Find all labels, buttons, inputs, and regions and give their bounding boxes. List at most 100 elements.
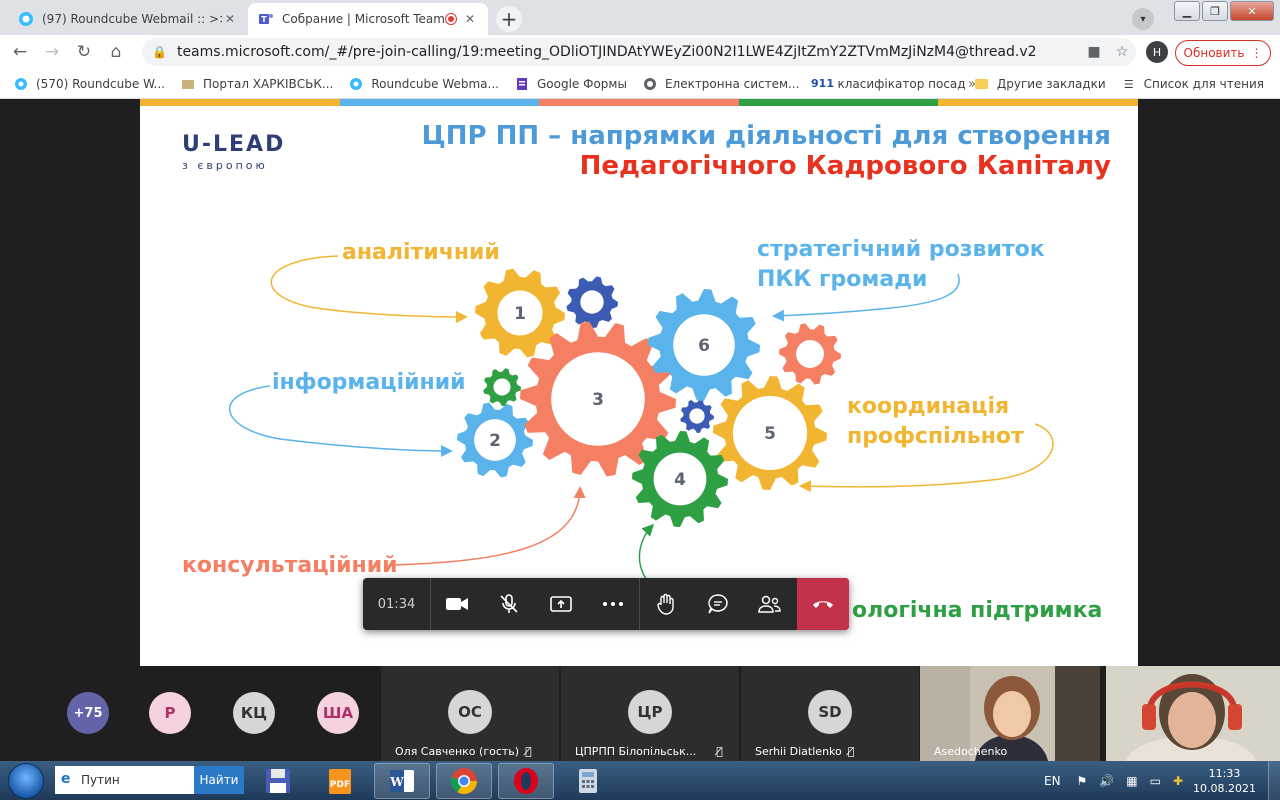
globe-icon xyxy=(643,77,657,91)
mic-off-icon xyxy=(500,594,518,613)
floppy-icon xyxy=(266,769,290,793)
url-text[interactable]: teams.microsoft.com/_#/pre-join-calling/… xyxy=(177,44,1080,60)
gear-4: 4 xyxy=(632,431,728,527)
gear-number: 4 xyxy=(674,470,686,490)
profile-avatar[interactable]: H xyxy=(1146,41,1168,63)
taskbar-word-app[interactable]: W xyxy=(374,763,430,799)
gear-small-green xyxy=(483,368,521,406)
svg-text:PDF: PDF xyxy=(330,780,350,790)
classifier-icon: 911 xyxy=(811,77,834,90)
gear-number: 1 xyxy=(514,304,526,324)
start-button[interactable] xyxy=(8,763,44,799)
bookmark-item[interactable]: Google Формы xyxy=(507,69,635,98)
clock[interactable]: 11:33 10.08.2021 xyxy=(1193,766,1256,796)
update-tray-icon[interactable]: ✚ xyxy=(1173,774,1183,788)
taskbar-calculator-app[interactable] xyxy=(560,763,616,799)
google-forms-icon xyxy=(515,77,529,91)
reload-icon[interactable]: ↻ xyxy=(70,38,98,66)
more-icon xyxy=(603,602,623,606)
participant-video[interactable]: Asedochenko xyxy=(920,666,1100,761)
hang-up-button[interactable] xyxy=(797,578,849,630)
address-bar[interactable]: 🔒 teams.microsoft.com/_#/pre-join-callin… xyxy=(142,38,1136,66)
more-button[interactable] xyxy=(587,578,639,630)
participant-initials: ЦР xyxy=(628,690,672,734)
chat-button[interactable] xyxy=(692,578,744,630)
volume-icon[interactable]: 🔊 xyxy=(1099,774,1114,788)
mic-off-icon: 🎙̸ xyxy=(716,745,723,758)
system-tray: EN ⚑ 🔊 ▦ ▭ ✚ 11:33 10.08.2021 xyxy=(1044,761,1280,800)
flag-icon[interactable]: ⚑ xyxy=(1077,774,1088,788)
pdf-icon: PDF xyxy=(329,769,351,794)
participant-avatar[interactable]: P xyxy=(149,692,191,734)
taskbar-opera-app[interactable] xyxy=(498,763,554,799)
call-controls: 01:34 xyxy=(363,578,849,630)
camera-icon xyxy=(446,598,468,610)
bookmarks-bar: (570) Roundcube W... Портал ХАРКІВСЬК...… xyxy=(0,69,1280,99)
share-screen-icon xyxy=(550,596,572,612)
gear-2: 2 xyxy=(457,402,533,478)
tab-teams[interactable]: T Собрание | Microsoft Teams ✕ xyxy=(248,3,488,35)
gear-number: 5 xyxy=(764,424,776,444)
show-desktop-button[interactable] xyxy=(1268,761,1280,800)
search-button[interactable]: Найти xyxy=(194,766,244,794)
participants-button[interactable] xyxy=(744,578,796,630)
update-label: Обновить xyxy=(1183,46,1245,60)
camera-button[interactable] xyxy=(431,578,483,630)
bookmark-item[interactable]: (570) Roundcube W... xyxy=(0,69,173,98)
tab-search-icon[interactable]: ▾ xyxy=(1132,8,1154,30)
chat-icon xyxy=(708,594,728,614)
label-coord-1: координація xyxy=(847,394,1010,419)
bookmark-item[interactable]: Roundcube Webma... xyxy=(341,69,507,98)
lock-icon: 🔒 xyxy=(152,45,167,59)
raise-hand-button[interactable] xyxy=(640,578,692,630)
network-icon[interactable]: ▦ xyxy=(1126,774,1137,788)
power-icon[interactable]: ▭ xyxy=(1150,774,1161,788)
camera-icon[interactable]: ■ xyxy=(1080,44,1108,60)
language-indicator[interactable]: EN xyxy=(1044,774,1061,788)
close-tab-icon[interactable]: ✕ xyxy=(222,12,238,26)
participant-tile[interactable]: SD Serhii Diatlenko 🎙̸ xyxy=(741,666,919,761)
tab-roundcube[interactable]: (97) Roundcube Webmail :: >>: U ✕ xyxy=(8,3,248,35)
gear-number: 6 xyxy=(698,336,710,356)
bookmark-label: Електронна систем... xyxy=(664,76,800,91)
teams-icon: T xyxy=(258,11,274,27)
gear-small-coral xyxy=(779,323,841,385)
bookmark-star-icon[interactable]: ☆ xyxy=(1108,44,1136,60)
participant-tile[interactable]: ОС Оля Савченко (гость) 🎙̸ xyxy=(381,666,559,761)
share-button[interactable] xyxy=(535,578,587,630)
reading-list[interactable]: ☰ Список для чтения xyxy=(1114,69,1272,99)
taskbar-save-app[interactable] xyxy=(250,763,306,799)
participant-avatar[interactable]: ША xyxy=(317,692,359,734)
taskbar-chrome-app[interactable] xyxy=(436,763,492,799)
word-icon: W xyxy=(389,770,414,792)
tab-strip: (97) Roundcube Webmail :: >>: U ✕ T Собр… xyxy=(0,0,1280,35)
taskbar-search-input[interactable]: e Путин xyxy=(55,766,195,794)
maximize-button[interactable]: ❐ xyxy=(1202,1,1228,21)
forward-icon[interactable]: → xyxy=(38,38,66,66)
participant-name: Asedochenko xyxy=(934,745,1008,758)
home-icon[interactable]: ⌂ xyxy=(102,38,130,66)
back-icon[interactable]: ← xyxy=(6,38,34,66)
taskbar-pdf-app[interactable]: PDF xyxy=(312,763,368,799)
participant-avatar[interactable]: КЦ xyxy=(233,692,275,734)
gear-number: 3 xyxy=(592,390,604,410)
bookmark-item[interactable]: Портал ХАРКІВСЬК... xyxy=(173,69,341,98)
mic-button[interactable] xyxy=(483,578,535,630)
update-button[interactable]: Обновить ⋮ xyxy=(1175,40,1271,66)
new-tab-button[interactable]: + xyxy=(496,6,522,32)
participants-overflow[interactable]: +75 xyxy=(67,692,109,734)
clock-date: 10.08.2021 xyxy=(1193,781,1256,795)
participant-tile[interactable]: ЦР ЦПРПП Білопільськ... 🎙̸ xyxy=(561,666,739,761)
participant-name: Оля Савченко (гость) 🎙̸ xyxy=(395,745,532,758)
minimize-button[interactable]: ▁ xyxy=(1174,1,1200,21)
bookmark-item[interactable]: Електронна систем... xyxy=(635,69,808,98)
close-tab-icon[interactable]: ✕ xyxy=(462,12,478,26)
roundcube-icon xyxy=(18,11,34,27)
other-bookmarks[interactable]: Другие закладки xyxy=(967,69,1114,99)
bookmark-item[interactable]: 911 класифікатор посад xyxy=(808,69,974,98)
label-info: інформаційний xyxy=(272,370,466,395)
participant-video[interactable] xyxy=(1106,666,1280,761)
svg-text:T: T xyxy=(261,15,267,24)
close-window-button[interactable]: ✕ xyxy=(1230,1,1274,21)
windows-taskbar: e Путин Найти PDF W EN ⚑ 🔊 ▦ ▭ ✚ 11:33 1… xyxy=(0,761,1280,800)
